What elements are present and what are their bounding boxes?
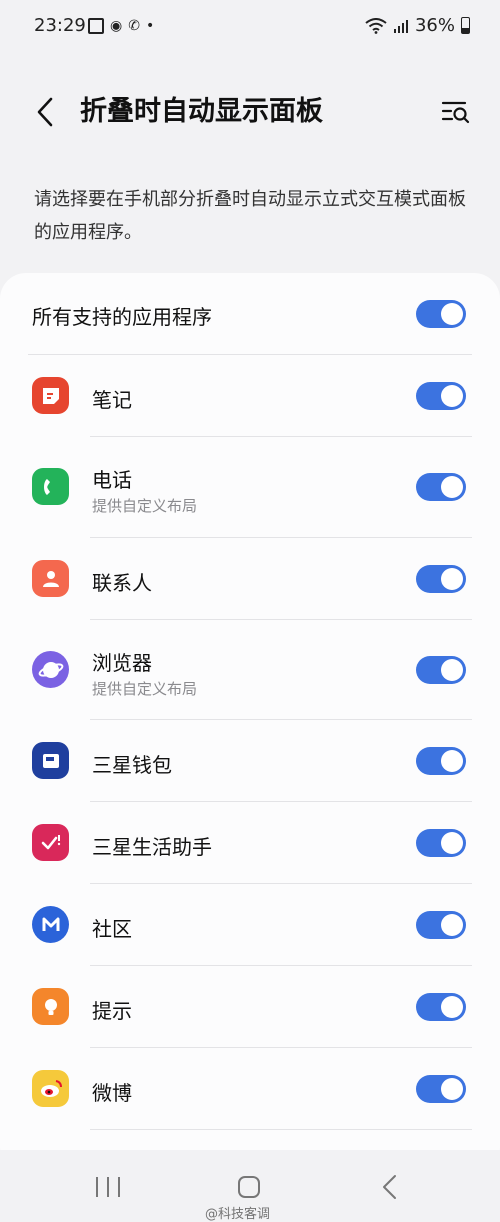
app-name: 联系人 [92,571,152,595]
wifi-icon [365,17,387,34]
app-name: 三星钱包 [92,753,172,777]
notification-icons: ◉ ✆ • [88,17,154,35]
app-row-tips[interactable]: 提示 [0,966,500,1048]
notes-icon [32,377,69,414]
list-search-icon [441,101,470,124]
tips-icon [32,988,69,1025]
phone-toggle[interactable] [416,473,466,501]
navigation-bar: @科技客调 [0,1150,500,1222]
toggle-knob [441,996,463,1018]
status-time: 23:29 [34,15,86,36]
system-status: 36% [365,15,470,36]
toggle-knob [441,1078,463,1100]
all-apps-label: 所有支持的应用程序 [32,305,212,329]
app-name: 社区 [92,917,132,941]
app-row-life-assistant[interactable]: 三星生活助手 [0,802,500,884]
app-subtitle: 提供自定义布局 [92,497,198,515]
app-name: 微博 [92,1081,132,1105]
browser-toggle[interactable] [416,656,466,684]
battery-percent: 36% [414,15,455,36]
nav-back-button[interactable] [380,1174,400,1200]
recent-apps-button[interactable] [96,1177,120,1197]
app-name: 三星生活助手 [92,835,212,859]
contacts-toggle[interactable] [416,565,466,593]
toggle-knob [441,750,463,772]
app-row-browser[interactable]: 浏览器 提供自定义布局 [0,620,500,720]
toggle-knob [441,385,463,407]
app-bar: 折叠时自动显示面板 [0,80,500,144]
browser-icon [32,651,69,688]
watermark: @科技客调 [205,1207,271,1222]
wallet-icon [32,742,69,779]
recent-bar-icon [107,1177,109,1197]
recent-bar-icon [96,1177,98,1197]
wallet-toggle[interactable] [416,747,466,775]
weibo-notification-icon: ◉ [110,18,123,34]
gallery-notification-icon [88,18,104,34]
app-name: 提示 [92,999,132,1023]
status-bar: 23:29 ◉ ✆ • 36% [0,0,500,54]
notes-toggle[interactable] [416,382,466,410]
page-title: 折叠时自动显示面板 [80,96,323,127]
page-description: 请选择要在手机部分折叠时自动显示立式交互模式面板的应用程序。 [34,189,466,243]
toggle-knob [441,914,463,936]
all-apps-row[interactable]: 所有支持的应用程序 [0,273,500,355]
signal-icon [393,19,408,33]
apps-card: 所有支持的应用程序 笔记 电话 提供自定义布局 联系人 浏览器 提供自定义布局 … [0,273,500,1173]
home-button[interactable] [238,1176,260,1198]
app-row-notes[interactable]: 笔记 [0,355,500,437]
search-settings-button[interactable] [440,96,472,128]
app-row-contacts[interactable]: 联系人 [0,538,500,620]
app-row-wallet[interactable]: 三星钱包 [0,720,500,802]
app-row-community[interactable]: 社区 [0,884,500,966]
more-notifications-dot-icon: • [145,18,155,34]
toggle-knob [441,832,463,854]
app-subtitle: 提供自定义布局 [92,680,198,698]
all-apps-toggle[interactable] [416,300,466,328]
app-name: 电话 [92,468,132,492]
app-name: 笔记 [92,388,132,412]
recent-bar-icon [118,1177,120,1197]
back-button[interactable] [28,92,62,132]
contacts-icon [32,560,69,597]
weibo-toggle[interactable] [416,1075,466,1103]
chevron-left-icon [37,97,53,127]
tips-toggle[interactable] [416,993,466,1021]
toggle-knob [441,568,463,590]
call-notification-icon: ✆ [128,18,140,34]
life-assistant-toggle[interactable] [416,829,466,857]
nav-back-icon [383,1175,396,1199]
app-row-weibo[interactable]: 微博 [0,1048,500,1130]
app-row-phone[interactable]: 电话 提供自定义布局 [0,437,500,538]
community-toggle[interactable] [416,911,466,939]
toggle-knob [441,303,463,325]
weibo-icon [32,1070,69,1107]
battery-icon [461,17,470,34]
phone-icon [32,468,69,505]
community-icon [32,906,69,943]
toggle-knob [441,659,463,681]
toggle-knob [441,476,463,498]
life-assistant-icon [32,824,69,861]
app-name: 浏览器 [92,651,152,675]
